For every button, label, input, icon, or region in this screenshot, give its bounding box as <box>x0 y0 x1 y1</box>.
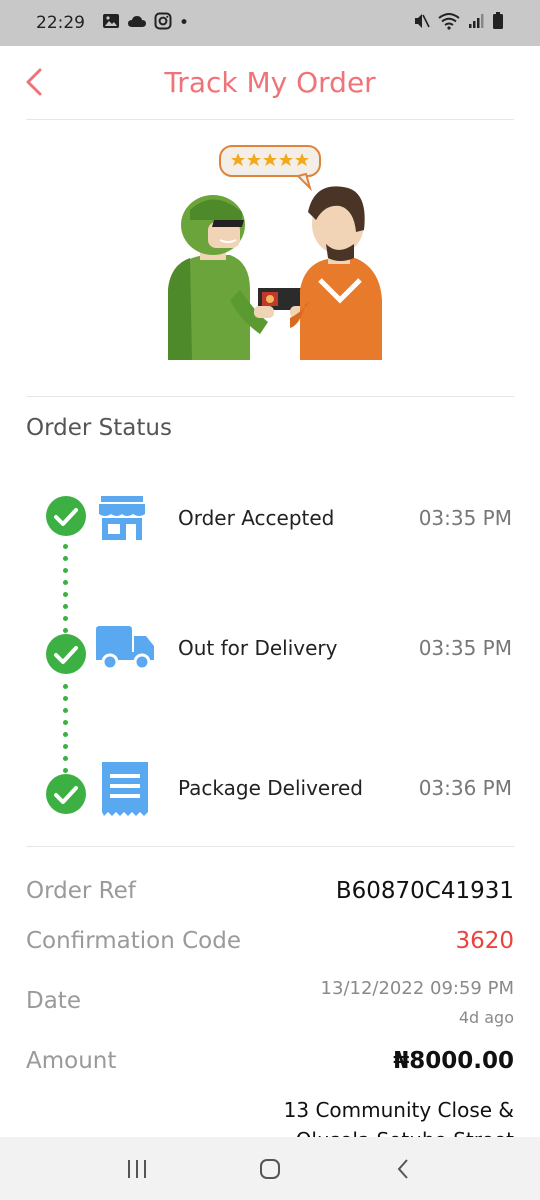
page-title: Track My Order <box>164 66 376 99</box>
status-step-out-for-delivery: Out for Delivery 03:35 PM <box>0 620 540 680</box>
signal-icon <box>468 13 484 34</box>
recent-apps-button[interactable] <box>112 1144 162 1194</box>
address-line: 13 Community Close & <box>283 1098 514 1122</box>
cloud-icon <box>127 13 147 34</box>
rating-bubble <box>219 145 321 192</box>
wifi-icon <box>438 12 460 35</box>
courier-figure <box>168 195 268 360</box>
header-divider <box>26 119 514 120</box>
illustration-divider <box>26 396 514 397</box>
step-time: 03:35 PM <box>418 506 512 530</box>
details-divider <box>26 846 514 847</box>
confirmation-code-value: 3620 <box>455 928 514 954</box>
step-time: 03:35 PM <box>418 636 512 660</box>
check-circle-icon <box>46 634 86 674</box>
status-bar: 22:29 • <box>0 0 540 46</box>
notification-dot: • <box>179 13 190 33</box>
home-button[interactable] <box>245 1144 295 1194</box>
step-label: Package Delivered <box>178 776 363 800</box>
customer-figure <box>290 186 382 360</box>
back-nav-icon <box>397 1158 409 1179</box>
instagram-icon <box>154 12 172 35</box>
check-circle-icon <box>46 774 86 814</box>
order-ref-value: B60870C41931 <box>335 878 514 904</box>
chevron-left-icon <box>26 68 42 96</box>
home-icon <box>259 1158 280 1179</box>
delivery-truck-icon <box>96 626 154 670</box>
date-ago: 4d ago <box>458 1008 514 1027</box>
back-nav-button[interactable] <box>378 1144 428 1194</box>
status-step-delivered: Package Delivered 03:36 PM <box>0 760 540 820</box>
back-button[interactable] <box>16 64 52 100</box>
mute-icon <box>412 12 430 35</box>
recent-apps-icon <box>127 1159 146 1178</box>
step-time: 03:36 PM <box>418 776 512 800</box>
store-icon <box>99 496 145 540</box>
step-label: Order Accepted <box>178 506 335 530</box>
gallery-icon <box>102 12 120 35</box>
order-status-heading: Order Status <box>26 415 172 441</box>
system-nav-bar <box>0 1137 540 1200</box>
date-label: Date <box>26 988 81 1014</box>
date-value: 13/12/2022 09:59 PM <box>320 978 514 999</box>
app-header: Track My Order <box>0 46 540 119</box>
status-step-accepted: Order Accepted 03:35 PM <box>0 490 540 550</box>
battery-icon <box>492 11 504 35</box>
step-label: Out for Delivery <box>178 636 338 660</box>
receipt-icon <box>102 762 148 816</box>
check-circle-icon <box>46 496 86 536</box>
delivery-illustration <box>150 140 390 370</box>
amount-label: Amount <box>26 1048 117 1074</box>
confirmation-code-label: Confirmation Code <box>26 928 241 954</box>
status-time: 22:29 <box>36 13 85 33</box>
amount-value: ₦8000.00 <box>393 1048 514 1074</box>
order-ref-label: Order Ref <box>26 878 136 904</box>
